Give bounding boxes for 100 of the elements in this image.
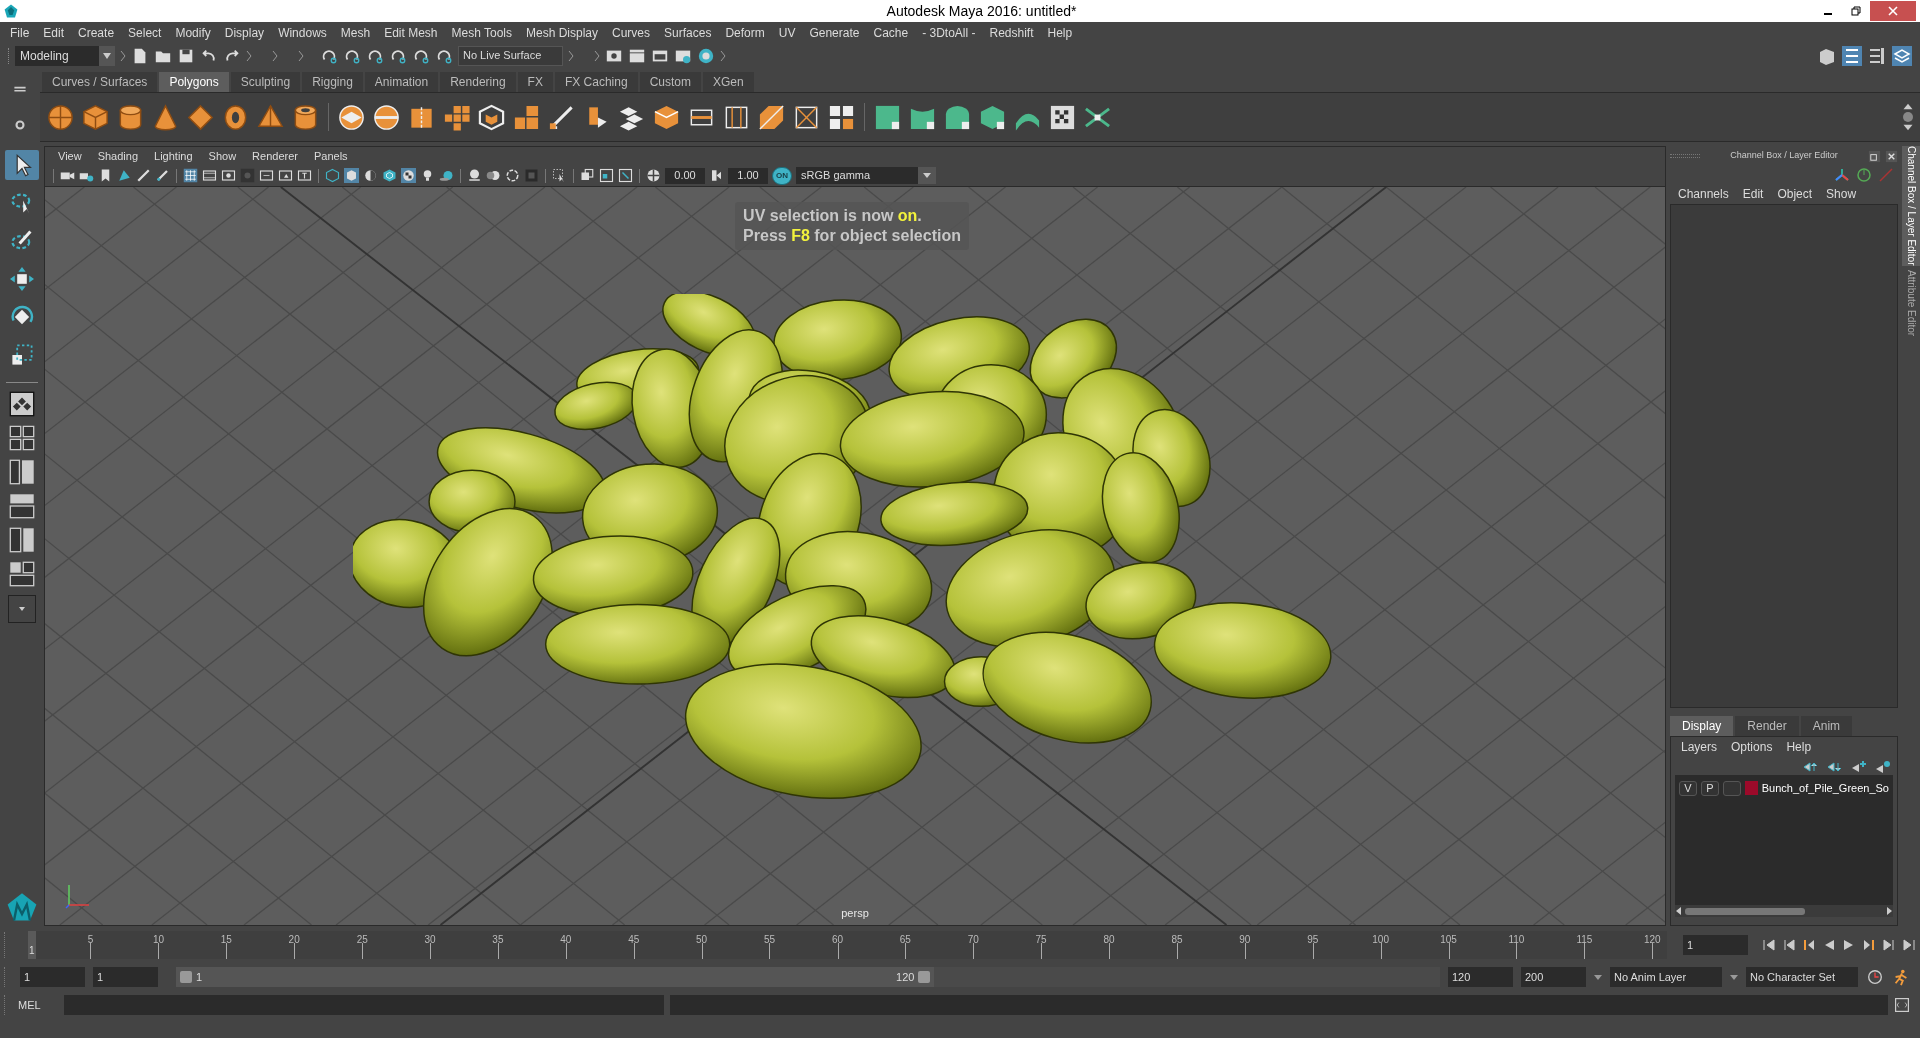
shelf-tab[interactable]: FX: [517, 72, 553, 92]
go-to-start-icon[interactable]: [1762, 938, 1776, 952]
outliner-layout-icon[interactable]: [9, 459, 35, 485]
shadow-sphere-icon[interactable]: [439, 168, 454, 183]
menu-item[interactable]: Edit Mesh: [377, 23, 445, 42]
pen-icon[interactable]: [155, 168, 170, 183]
live-surface-field[interactable]: No Live Surface: [458, 45, 563, 66]
shelf-tab[interactable]: Rendering: [440, 72, 516, 92]
wire-cube-icon[interactable]: [477, 102, 506, 132]
menu-item[interactable]: UV: [771, 23, 803, 42]
go-to-end-icon[interactable]: [1902, 938, 1916, 952]
single-pane-layout-icon[interactable]: [9, 391, 35, 417]
command-input-field[interactable]: [64, 995, 664, 1015]
settings-icon[interactable]: [13, 118, 27, 132]
depth-of-field-icon[interactable]: [524, 168, 539, 183]
split-disc-icon[interactable]: [372, 102, 401, 132]
menu-item[interactable]: Surfaces: [657, 23, 719, 42]
half-shaded-sphere-icon[interactable]: [363, 168, 378, 183]
new-layer-from-selection-icon[interactable]: [1875, 759, 1891, 773]
layered-disc-icon[interactable]: [337, 102, 366, 132]
shelf-tab[interactable]: Rigging: [302, 72, 363, 92]
xray-icon[interactable]: [580, 168, 595, 183]
close-button[interactable]: [1870, 1, 1916, 21]
layers-icon[interactable]: [1892, 45, 1912, 66]
range-handle[interactable]: [180, 971, 192, 983]
menu-item[interactable]: Mesh Display: [519, 23, 606, 42]
xray-components-icon[interactable]: [618, 168, 633, 183]
layer-editor-tab[interactable]: Display: [1670, 716, 1734, 736]
panel-menu-item[interactable]: Show: [201, 147, 244, 165]
hypershade-icon[interactable]: [697, 46, 715, 65]
layer-name[interactable]: Bunch_of_Pile_Green_So: [1761, 779, 1889, 797]
channel-box-menu-item[interactable]: Show: [1820, 185, 1863, 203]
caret-icon[interactable]: [1594, 974, 1602, 980]
gamma-field[interactable]: 1.00: [728, 167, 768, 184]
side-tab[interactable]: Channel Box / Layer Editor: [1902, 146, 1920, 266]
axis-manipulator-icon[interactable]: [1834, 167, 1850, 183]
auto-key-icon[interactable]: [1866, 968, 1884, 986]
select-arrow-tool-button[interactable]: [5, 150, 39, 180]
menu-item[interactable]: Modify: [168, 23, 218, 42]
layer-color-swatch[interactable]: [1744, 781, 1758, 795]
channel-box-menu-item[interactable]: Edit: [1736, 185, 1770, 203]
ambient-occlusion-icon[interactable]: [467, 168, 482, 183]
menu-item[interactable]: Mesh Tools: [444, 23, 519, 42]
exposure-field[interactable]: 0.00: [665, 167, 705, 184]
color-space-dropdown[interactable]: sRGB gamma: [796, 167, 936, 184]
isolate-select-icon[interactable]: [552, 168, 567, 183]
range-slider[interactable]: 1 120: [176, 967, 1440, 987]
gamma-icon[interactable]: [709, 168, 724, 183]
safe-action-icon[interactable]: [278, 168, 293, 183]
move-layer-up-icon[interactable]: [1803, 759, 1819, 773]
tool-settings-icon[interactable]: [1867, 45, 1887, 66]
menu-item[interactable]: Cache: [866, 23, 916, 42]
caret-icon[interactable]: [1730, 974, 1738, 980]
scroll-right-icon[interactable]: [1885, 907, 1893, 915]
time-slider[interactable]: 1 5 10 15 20 25 30 35 40 45 50 55 60 65 70 75 80 85 90 95 100 105 110 115 120: [28, 931, 1667, 959]
menu-item[interactable]: Mesh: [333, 23, 378, 42]
new-layer-icon[interactable]: [1851, 759, 1867, 773]
step-forward-key-icon[interactable]: [1882, 938, 1896, 952]
visibility-toggle[interactable]: V: [1679, 780, 1697, 796]
anim-layer-field[interactable]: No Anim Layer: [1610, 967, 1722, 987]
exposure-icon[interactable]: [646, 168, 661, 183]
four-pane-layout-icon[interactable]: [9, 425, 35, 451]
panel-menu-item[interactable]: Shading: [90, 147, 146, 165]
panel-menu-item[interactable]: Panels: [306, 147, 355, 165]
close-panel-icon[interactable]: [1885, 149, 1898, 163]
playback-end-field[interactable]: 120: [1448, 967, 1513, 987]
channel-box-menu-item[interactable]: Channels: [1672, 185, 1735, 203]
safe-title-icon[interactable]: [297, 168, 312, 183]
layer-editor-tab[interactable]: Anim: [1800, 716, 1853, 736]
menu-item[interactable]: Curves: [605, 23, 658, 42]
cube-icon[interactable]: [81, 102, 110, 132]
color-management-toggle[interactable]: ON: [772, 166, 792, 185]
panel-menu-item[interactable]: Renderer: [245, 147, 305, 165]
panel-menu-item[interactable]: View: [51, 147, 89, 165]
grease-pencil-icon[interactable]: [136, 168, 151, 183]
anti-aliasing-icon[interactable]: [505, 168, 520, 183]
step-back-key-icon[interactable]: [1782, 938, 1796, 952]
playback-toggle[interactable]: P: [1700, 780, 1719, 796]
wireframe-on-shaded-icon[interactable]: [382, 168, 397, 183]
menu-item[interactable]: File: [3, 23, 37, 42]
scroll-down-icon[interactable]: [1902, 123, 1914, 132]
script-editor-icon[interactable]: [1894, 997, 1910, 1013]
step-back-frame-icon[interactable]: [1802, 938, 1816, 952]
menu-item[interactable]: Edit: [36, 23, 72, 42]
layer-editor-tab[interactable]: Render: [1735, 716, 1799, 736]
current-frame-marker[interactable]: [28, 931, 36, 959]
image-plane-icon[interactable]: [117, 168, 132, 183]
shelf-tab[interactable]: Curves / Surfaces: [42, 72, 158, 92]
mode-dropdown[interactable]: Modeling: [15, 45, 115, 66]
shelf-tab[interactable]: FX Caching: [554, 72, 638, 92]
menu-item[interactable]: Help: [1040, 23, 1080, 42]
menu-item[interactable]: Create: [71, 23, 122, 42]
layer-menu-item[interactable]: Layers: [1675, 738, 1724, 756]
horizontal-scrollbar[interactable]: [1675, 905, 1893, 917]
scroll-left-icon[interactable]: [1675, 907, 1683, 915]
shelf-tab[interactable]: XGen: [702, 72, 754, 92]
layer-menu-item[interactable]: Help: [1780, 738, 1818, 756]
shelf-tab[interactable]: Polygons: [159, 72, 229, 92]
start-frame-field[interactable]: 1: [20, 967, 85, 987]
menu-item[interactable]: Windows: [271, 23, 334, 42]
